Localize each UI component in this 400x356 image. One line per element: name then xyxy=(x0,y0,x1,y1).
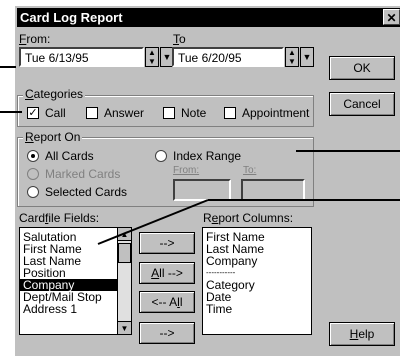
callout-diagonal xyxy=(97,199,209,245)
